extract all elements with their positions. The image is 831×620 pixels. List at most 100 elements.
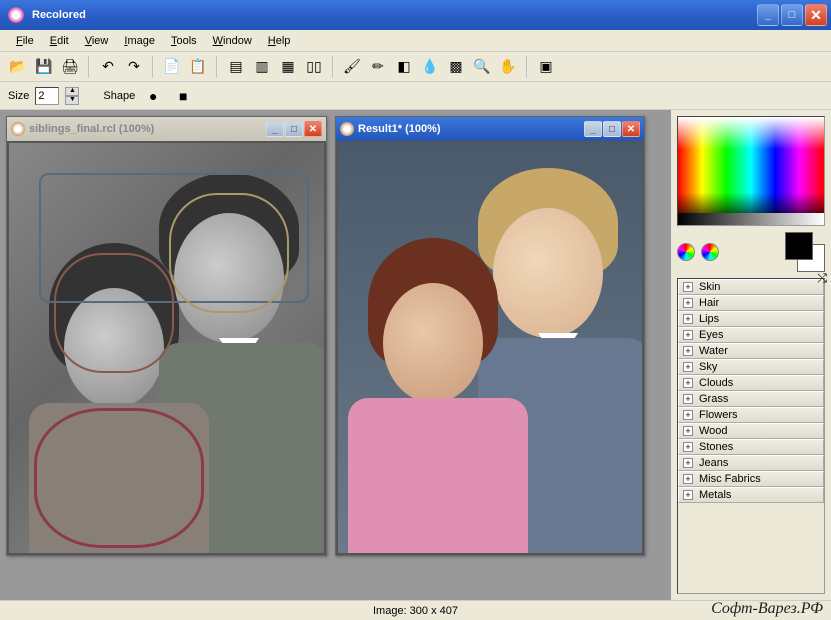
shape-label: Shape xyxy=(103,90,135,102)
color-spectrum[interactable] xyxy=(677,116,825,226)
redo-icon[interactable]: ↷ xyxy=(122,55,146,79)
expand-icon[interactable]: + xyxy=(683,442,693,452)
doc-titlebar-source[interactable]: siblings_final.rcl (100%) _ □ ✕ xyxy=(7,117,326,141)
expand-icon[interactable]: + xyxy=(683,314,693,324)
palette-stones[interactable]: +Stones xyxy=(678,439,824,455)
palette-grass[interactable]: + Grass xyxy=(678,391,824,407)
palette-wood[interactable]: + Wood xyxy=(678,423,824,439)
size-up[interactable]: ▲ xyxy=(65,87,79,96)
doc-max[interactable]: □ xyxy=(603,121,621,137)
options-bar: Size ▲ ▼ Shape ● ■ xyxy=(0,82,831,110)
app-icon xyxy=(8,7,24,23)
palette-list: +Skin+Hair+Lips+Eyes+Water+Sky+Clouds+Gr… xyxy=(677,278,825,594)
menu-edit[interactable]: Edit xyxy=(42,33,77,49)
expand-icon[interactable]: + xyxy=(683,458,693,468)
palette-label: Eyes xyxy=(699,329,723,341)
pencil-icon[interactable]: ✏ xyxy=(366,55,390,79)
tile-v-icon[interactable]: ▥ xyxy=(250,55,274,79)
expand-icon[interactable]: + xyxy=(683,330,693,340)
doc-close[interactable]: ✕ xyxy=(304,121,322,137)
columns-icon[interactable]: ▯▯ xyxy=(302,55,326,79)
open-icon[interactable]: 📂 xyxy=(6,55,30,79)
shape-square[interactable]: ■ xyxy=(171,84,195,108)
color-wheel-2[interactable] xyxy=(701,243,719,261)
menu-window[interactable]: Window xyxy=(205,33,260,49)
workspace: siblings_final.rcl (100%) _ □ ✕ xyxy=(0,110,831,600)
swap-colors-icon[interactable]: ⤭ xyxy=(817,271,827,286)
doc-canvas-result[interactable] xyxy=(336,141,644,555)
doc-max[interactable]: □ xyxy=(285,121,303,137)
menu-image[interactable]: Image xyxy=(116,33,163,49)
palette-lips[interactable]: +Lips xyxy=(678,311,824,327)
app-title: Recolored xyxy=(28,9,757,21)
undo-icon[interactable]: ↶ xyxy=(96,55,120,79)
brush-icon[interactable]: 🖌 xyxy=(340,55,364,79)
palette-label: Grass xyxy=(699,393,728,405)
palette-label: Wood xyxy=(699,425,728,437)
doc-titlebar-result[interactable]: Result1* (100%) _ □ ✕ xyxy=(336,117,644,141)
hand-icon[interactable]: ✋ xyxy=(496,55,520,79)
menu-view[interactable]: View xyxy=(77,33,117,49)
palette-label: Sky xyxy=(699,361,717,373)
shape-circle[interactable]: ● xyxy=(141,84,165,108)
doc-canvas-source[interactable] xyxy=(7,141,326,555)
palette-hair[interactable]: +Hair xyxy=(678,295,824,311)
eyedropper-icon[interactable]: 💧 xyxy=(418,55,442,79)
copy-icon[interactable]: 📄 xyxy=(160,55,184,79)
fill-icon[interactable]: ▩ xyxy=(444,55,468,79)
doc-title-source: siblings_final.rcl (100%) xyxy=(29,123,266,135)
expand-icon[interactable]: + xyxy=(683,298,693,308)
palette-eyes[interactable]: + Eyes xyxy=(678,327,824,343)
expand-icon[interactable]: + xyxy=(683,282,693,292)
palette-water[interactable]: + Water xyxy=(678,343,824,359)
print-icon[interactable]: 🖨 xyxy=(58,55,82,79)
expand-icon[interactable]: + xyxy=(683,410,693,420)
close-button[interactable]: ✕ xyxy=(805,4,827,26)
doc-min[interactable]: _ xyxy=(266,121,284,137)
status-image-dims: Image: 300 x 407 xyxy=(373,605,458,617)
cascade-icon[interactable]: ▦ xyxy=(276,55,300,79)
expand-icon[interactable]: + xyxy=(683,426,693,436)
side-panel: ⤭ +Skin+Hair+Lips+Eyes+Water+Sky+Clouds+… xyxy=(671,110,831,600)
save-icon[interactable]: 💾 xyxy=(32,55,56,79)
menu-tools[interactable]: Tools xyxy=(163,33,205,49)
palette-jeans[interactable]: +Jeans xyxy=(678,455,824,471)
palette-label: Metals xyxy=(699,489,731,501)
doc-close[interactable]: ✕ xyxy=(622,121,640,137)
palette-label: Misc Fabrics xyxy=(699,473,761,485)
doc-window-source: siblings_final.rcl (100%) _ □ ✕ xyxy=(6,116,327,556)
palette-metals[interactable]: + Metals xyxy=(678,487,824,503)
expand-icon[interactable]: + xyxy=(683,474,693,484)
expand-icon[interactable]: + xyxy=(683,346,693,356)
tile-h-icon[interactable]: ▤ xyxy=(224,55,248,79)
size-label: Size xyxy=(8,90,29,102)
maximize-button[interactable]: □ xyxy=(781,4,803,26)
color-wheel-1[interactable] xyxy=(677,243,695,261)
doc-window-result: Result1* (100%) _ □ ✕ xyxy=(335,116,645,556)
palette-misc-fabrics[interactable]: + Misc Fabrics xyxy=(678,471,824,487)
eraser-icon[interactable]: ◧ xyxy=(392,55,416,79)
titlebar: Recolored _ □ ✕ xyxy=(0,0,831,30)
expand-icon[interactable]: + xyxy=(683,378,693,388)
fg-swatch[interactable] xyxy=(785,232,813,260)
paste-icon[interactable]: 📋 xyxy=(186,55,210,79)
magnify-icon[interactable]: 🔍 xyxy=(470,55,494,79)
palette-clouds[interactable]: +Clouds xyxy=(678,375,824,391)
doc-icon xyxy=(340,122,354,136)
palette-flowers[interactable]: + Flowers xyxy=(678,407,824,423)
expand-icon[interactable]: + xyxy=(683,362,693,372)
doc-min[interactable]: _ xyxy=(584,121,602,137)
size-input[interactable] xyxy=(35,87,59,105)
minimize-button[interactable]: _ xyxy=(757,4,779,26)
size-down[interactable]: ▼ xyxy=(65,96,79,105)
palette-skin[interactable]: +Skin xyxy=(678,279,824,295)
palette-label: Flowers xyxy=(699,409,738,421)
menu-file[interactable]: File xyxy=(8,33,42,49)
toolbar: 📂💾🖨 ↶↷ 📄📋 ▤▥▦▯▯ 🖌✏◧💧▩🔍✋ ▣ xyxy=(0,52,831,82)
palette-label: Water xyxy=(699,345,728,357)
expand-icon[interactable]: + xyxy=(683,394,693,404)
colorize-icon[interactable]: ▣ xyxy=(534,55,558,79)
palette-sky[interactable]: + Sky xyxy=(678,359,824,375)
menu-help[interactable]: Help xyxy=(260,33,299,49)
expand-icon[interactable]: + xyxy=(683,490,693,500)
